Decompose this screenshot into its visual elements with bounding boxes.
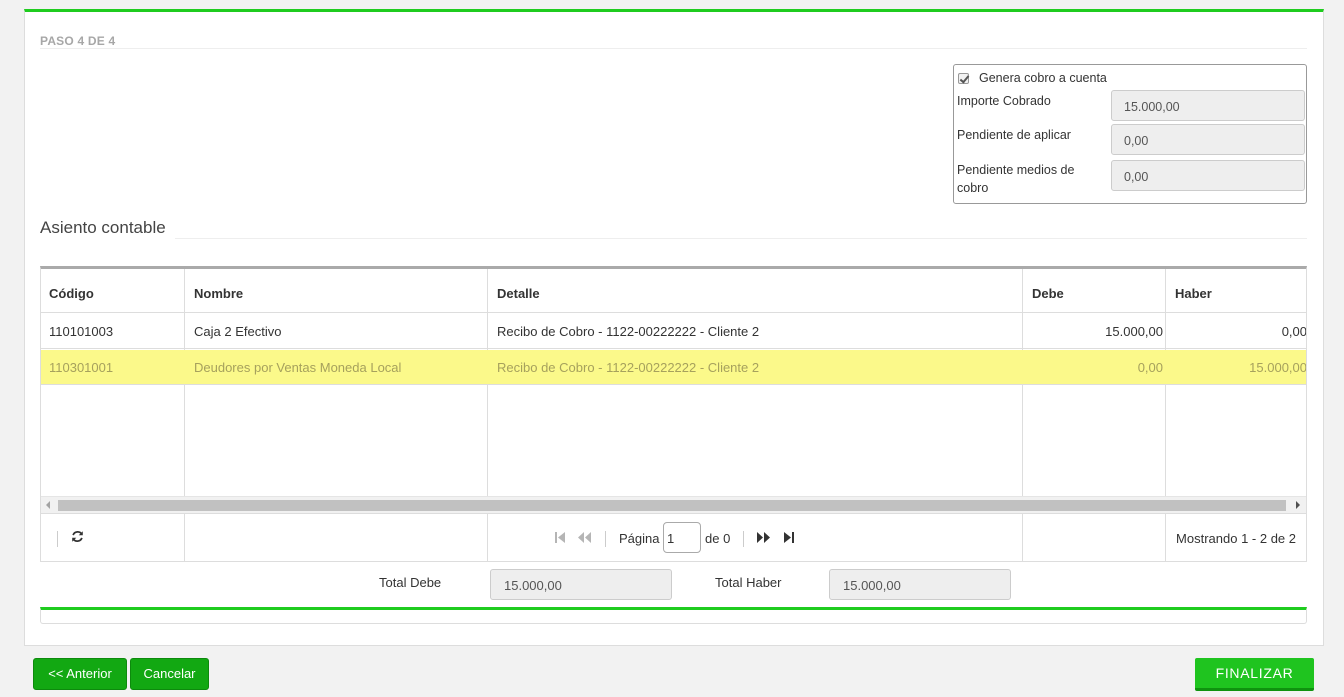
- last-page-icon[interactable]: [784, 532, 794, 543]
- next-page-icon[interactable]: [757, 532, 770, 543]
- cell-nombre: Caja 2 Efectivo: [194, 324, 282, 339]
- cell-detalle: Recibo de Cobro - 1122-00222222 - Client…: [497, 360, 760, 375]
- table-row[interactable]: 110101003 Caja 2 Efectivo Recibo de Cobr…: [41, 314, 1306, 349]
- step-divider: [40, 48, 1307, 49]
- grid-pager: Página 1 de 0 Mostrando 1 - 2 de 2: [41, 513, 1306, 561]
- total-haber-field[interactable]: 15.000,00: [829, 569, 1011, 600]
- header-detalle[interactable]: Detalle: [497, 286, 540, 301]
- pendiente-aplicar-label: Pendiente de aplicar: [957, 128, 1071, 142]
- scrollbar-thumb[interactable]: [58, 500, 1286, 511]
- header-haber[interactable]: Haber: [1175, 286, 1212, 301]
- prev-button[interactable]: << Anterior: [33, 658, 127, 690]
- page-number-input[interactable]: 1: [663, 522, 701, 553]
- total-haber-label: Total Haber: [715, 575, 782, 590]
- genera-cobro-label: Genera cobro a cuenta: [979, 71, 1107, 85]
- cancel-button[interactable]: Cancelar: [130, 658, 209, 690]
- header-nombre[interactable]: Nombre: [194, 286, 243, 301]
- importe-cobrado-label: Importe Cobrado: [957, 94, 1051, 108]
- cell-detalle: Recibo de Cobro - 1122-00222222 - Client…: [497, 324, 760, 339]
- pendiente-medios-label: Pendiente medios de cobro: [957, 163, 1075, 195]
- cell-codigo: 110101003: [49, 324, 114, 339]
- genera-cobro-checkbox[interactable]: [958, 72, 969, 84]
- pager-separator: [743, 531, 744, 547]
- cell-debe: 15.000,00: [1105, 324, 1163, 339]
- cell-nombre: Deudores por Ventas Moneda Local: [194, 360, 402, 375]
- importe-cobrado-field[interactable]: 15.000,00: [1111, 90, 1305, 121]
- refresh-icon[interactable]: [71, 530, 84, 543]
- header-codigo[interactable]: Código: [49, 286, 94, 301]
- pendiente-aplicar-field[interactable]: 0,00: [1111, 124, 1305, 155]
- asiento-grid: Código Nombre Detalle Debe Haber 1101010…: [40, 266, 1307, 562]
- total-debe-field[interactable]: 15.000,00: [490, 569, 672, 600]
- pager-separator: [57, 531, 58, 547]
- step-indicator: PASO 4 DE 4: [40, 34, 116, 48]
- pager-status: Mostrando 1 - 2 de 2: [1176, 531, 1296, 546]
- cobro-panel: Genera cobro a cuenta Importe Cobrado 15…: [953, 64, 1307, 204]
- horizontal-scrollbar[interactable]: [41, 496, 1306, 513]
- first-page-icon[interactable]: [555, 532, 565, 543]
- bottom-bar: [40, 607, 1307, 624]
- genera-cobro-checkbox-row[interactable]: Genera cobro a cuenta: [958, 71, 1107, 85]
- scroll-right-icon[interactable]: [1296, 501, 1300, 509]
- scroll-left-icon[interactable]: [46, 501, 50, 509]
- cell-debe: 0,00: [1137, 360, 1163, 375]
- cell-codigo: 110301001: [49, 360, 114, 375]
- pager-separator: [605, 531, 606, 547]
- page-label: Página: [619, 531, 660, 546]
- cell-haber: 15.000,00: [1249, 360, 1307, 375]
- prev-page-icon[interactable]: [578, 532, 591, 543]
- asiento-title: Asiento contable: [40, 218, 166, 237]
- finish-button[interactable]: FINALIZAR: [1195, 658, 1314, 691]
- total-debe-label: Total Debe: [379, 575, 442, 590]
- asiento-divider: [175, 238, 1307, 239]
- wizard-panel: PASO 4 DE 4 Genera cobro a cuenta Import…: [24, 9, 1324, 646]
- table-row-selected[interactable]: 110301001 Deudores por Ventas Moneda Loc…: [41, 350, 1306, 385]
- grid-header: Código Nombre Detalle Debe Haber: [41, 269, 1306, 313]
- cell-haber: 0,00: [1281, 324, 1307, 339]
- header-debe[interactable]: Debe: [1032, 286, 1064, 301]
- page-count: de 0: [705, 531, 731, 546]
- pendiente-medios-field[interactable]: 0,00: [1111, 160, 1305, 191]
